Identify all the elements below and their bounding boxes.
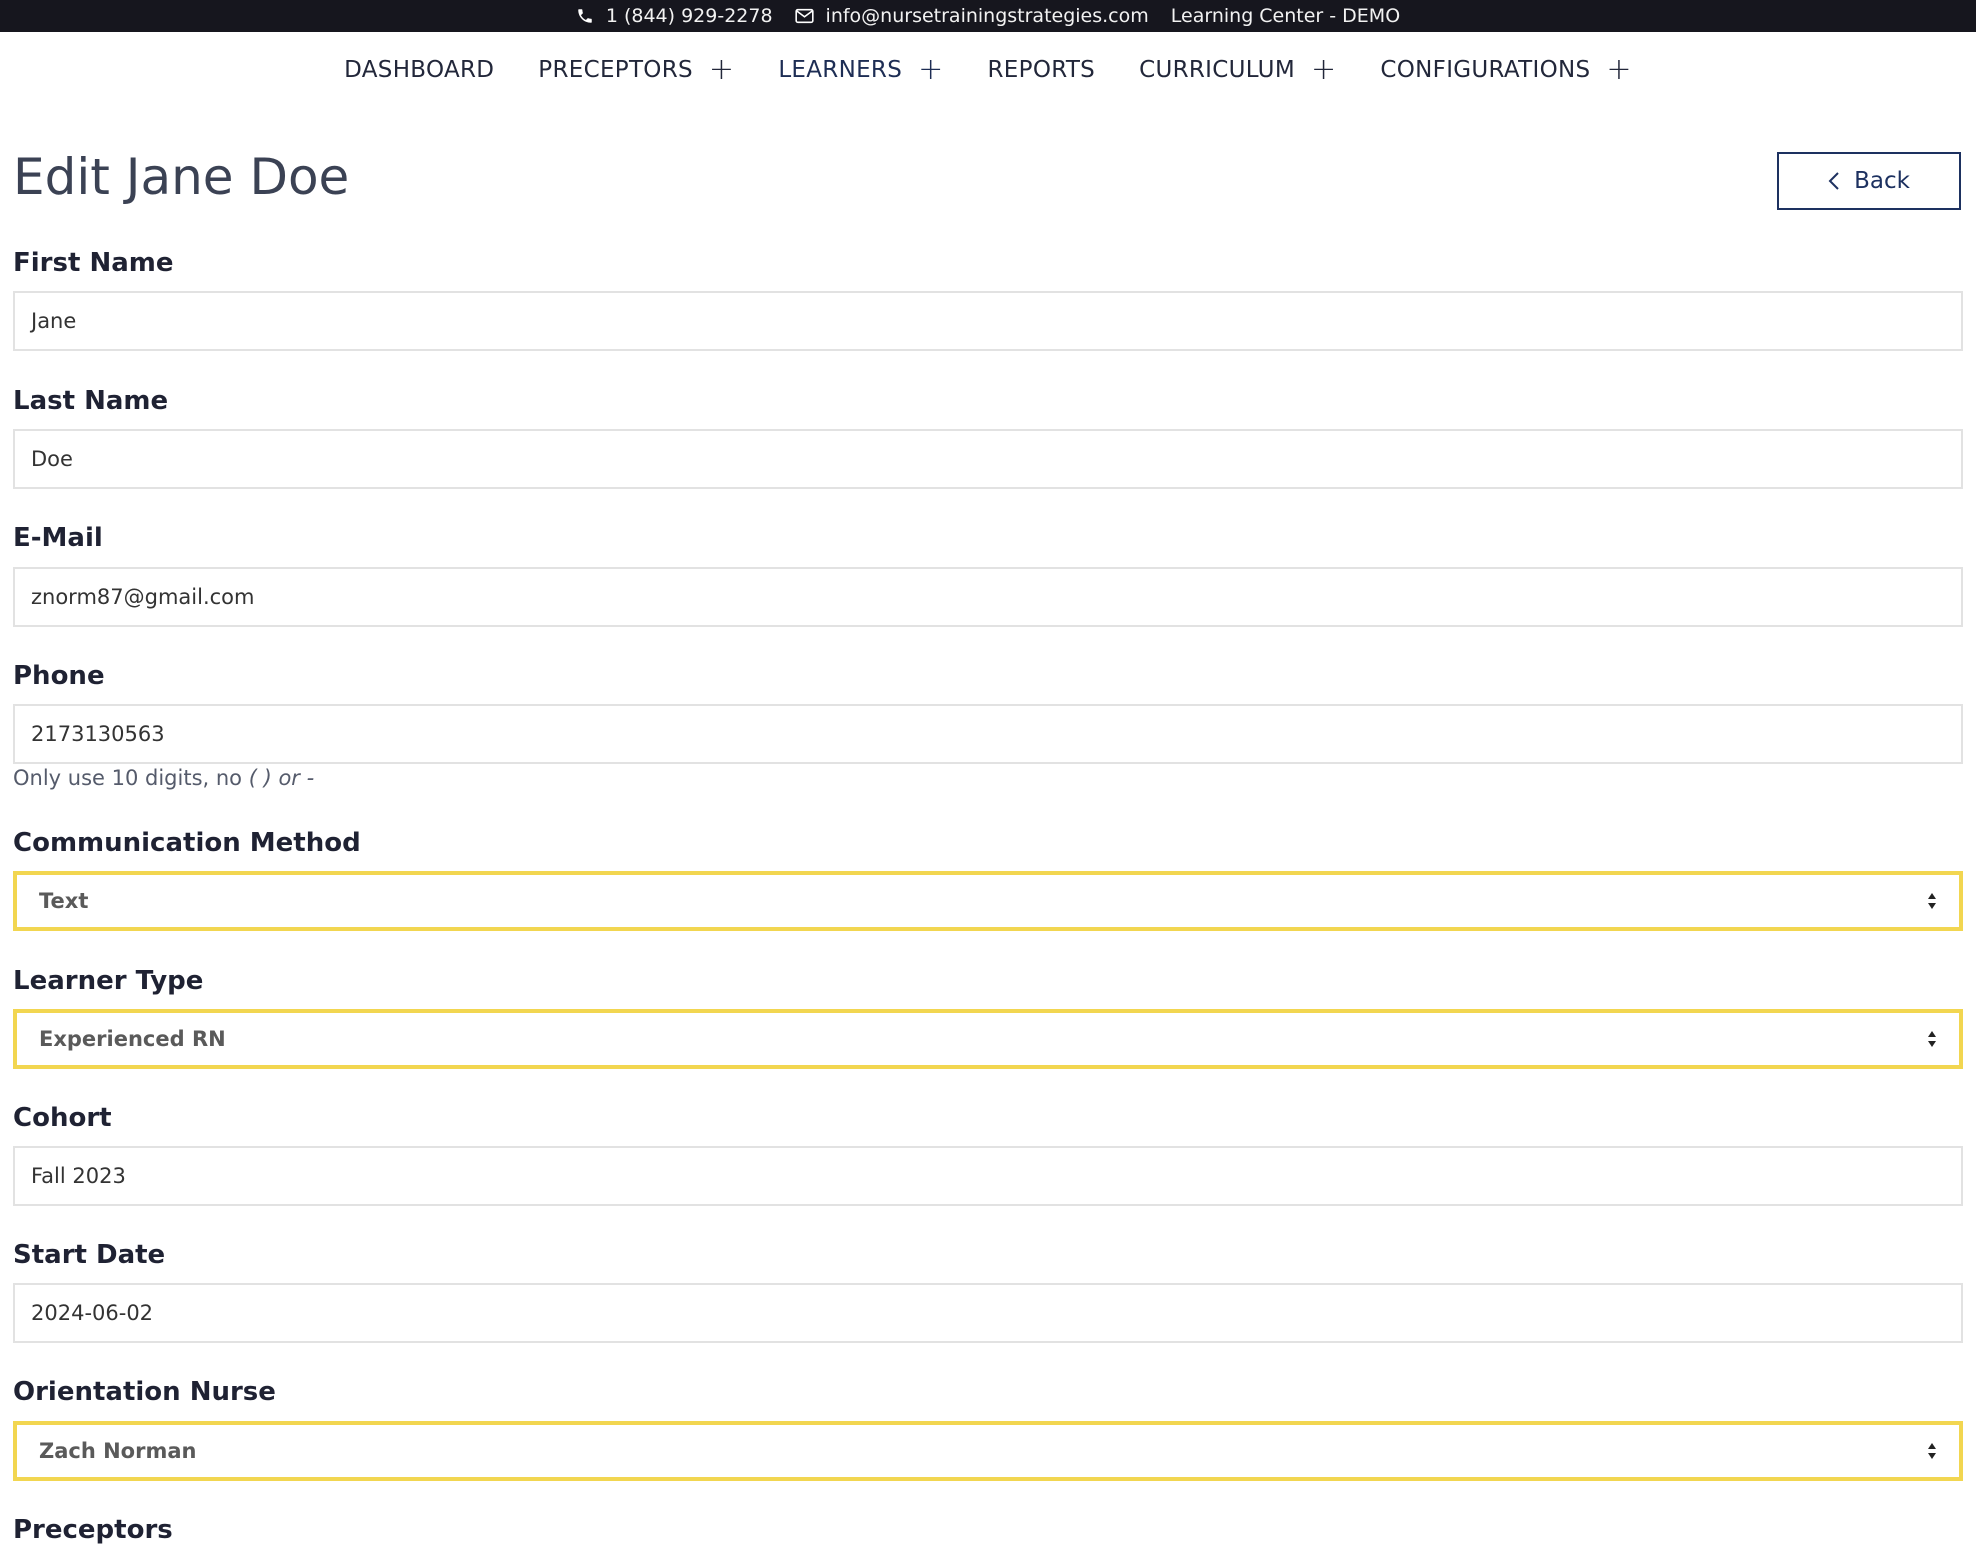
nav-preceptors-label: PRECEPTORS: [538, 57, 693, 83]
chevron-left-icon: [1828, 172, 1839, 190]
nav-dashboard-label: DASHBOARD: [344, 57, 495, 83]
contact-phone[interactable]: 1 (844) 929-2278: [576, 5, 773, 27]
orientation-nurse-select[interactable]: Zach Norman: [13, 1421, 1963, 1481]
site-label: Learning Center - DEMO: [1170, 5, 1401, 27]
contact-bar: 1 (844) 929-2278 info@nursetrainingstrat…: [0, 0, 1976, 32]
select-arrows-icon: [1928, 893, 1936, 909]
email-input[interactable]: znorm87@gmail.com: [13, 567, 1963, 627]
cohort-value: Fall 2023: [31, 1164, 126, 1188]
learner-type-value: Experienced RN: [39, 1027, 226, 1051]
select-arrows-icon: [1928, 1443, 1936, 1459]
contact-email[interactable]: info@nursetrainingstrategies.com: [794, 5, 1149, 27]
email-address[interactable]: info@nursetrainingstrategies.com: [826, 5, 1149, 27]
email-value: znorm87@gmail.com: [31, 585, 255, 609]
nav-reports[interactable]: REPORTS: [988, 57, 1096, 83]
plus-icon[interactable]: +: [1606, 55, 1631, 85]
back-button-label: Back: [1854, 168, 1910, 194]
nav-configurations[interactable]: CONFIGURATIONS +: [1380, 55, 1631, 85]
page-title: Edit Jane Doe: [13, 148, 350, 206]
first-name-label: First Name: [13, 248, 174, 278]
phone-help-text: Only use 10 digits, no ( ) or -: [13, 766, 314, 790]
preceptors-label: Preceptors: [13, 1515, 173, 1545]
plus-icon[interactable]: +: [709, 55, 734, 85]
communication-method-label: Communication Method: [13, 828, 361, 858]
orientation-nurse-value: Zach Norman: [39, 1439, 197, 1463]
communication-method-select[interactable]: Text: [13, 871, 1963, 931]
nav-learners-label: LEARNERS: [778, 57, 903, 83]
phone-label: Phone: [13, 661, 105, 691]
start-date-value: 2024-06-02: [31, 1301, 154, 1325]
site-label-wrap: Learning Center - DEMO: [1171, 5, 1400, 27]
first-name-input[interactable]: Jane: [13, 291, 1963, 351]
nav-preceptors[interactable]: PRECEPTORS +: [538, 55, 734, 85]
phone-input[interactable]: 2173130563: [13, 704, 1963, 764]
nav-curriculum[interactable]: CURRICULUM +: [1139, 55, 1336, 85]
plus-icon[interactable]: +: [918, 55, 943, 85]
plus-icon[interactable]: +: [1311, 55, 1336, 85]
nav-dashboard[interactable]: DASHBOARD: [344, 57, 494, 83]
envelope-icon: [794, 8, 814, 24]
orientation-nurse-label: Orientation Nurse: [13, 1377, 276, 1407]
cohort-label: Cohort: [13, 1103, 112, 1133]
last-name-label: Last Name: [13, 386, 169, 416]
start-date-input[interactable]: 2024-06-02: [13, 1283, 1963, 1343]
select-arrows-icon: [1928, 1031, 1936, 1047]
main-nav: DASHBOARD PRECEPTORS + LEARNERS + REPORT…: [0, 32, 1976, 108]
phone-icon: [578, 9, 592, 23]
learner-type-select[interactable]: Experienced RN: [13, 1009, 1963, 1069]
nav-configurations-label: CONFIGURATIONS: [1380, 57, 1591, 83]
phone-value: 2173130563: [31, 722, 165, 746]
phone-help-emphasis: ( ) or -: [248, 766, 315, 790]
first-name-value: Jane: [31, 309, 77, 333]
phone-help-prefix: Only use 10 digits, no: [13, 766, 249, 790]
last-name-value: Doe: [31, 447, 73, 471]
last-name-input[interactable]: Doe: [13, 429, 1963, 489]
start-date-label: Start Date: [13, 1240, 166, 1270]
phone-number[interactable]: 1 (844) 929-2278: [606, 5, 773, 27]
nav-reports-label: REPORTS: [987, 57, 1096, 83]
communication-method-value: Text: [39, 889, 89, 913]
learner-type-label: Learner Type: [13, 966, 204, 996]
email-label: E-Mail: [13, 523, 103, 553]
nav-learners[interactable]: LEARNERS +: [778, 55, 943, 85]
back-button[interactable]: Back: [1777, 152, 1961, 210]
nav-curriculum-label: CURRICULUM: [1139, 57, 1295, 83]
cohort-input[interactable]: Fall 2023: [13, 1146, 1963, 1206]
